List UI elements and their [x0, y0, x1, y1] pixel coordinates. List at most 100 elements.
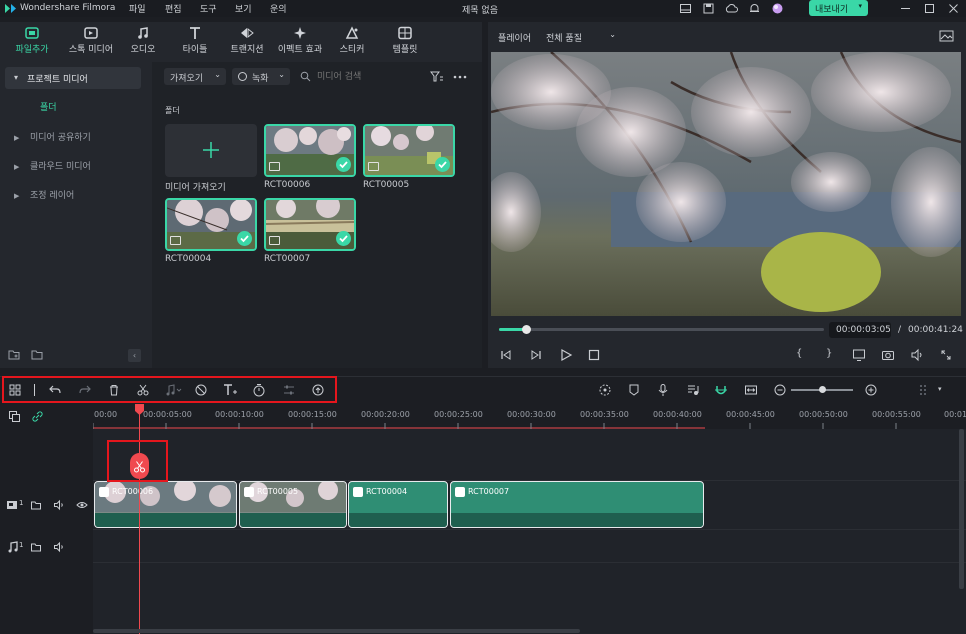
- play-icon: [455, 487, 465, 497]
- snapshot-view-icon[interactable]: [939, 30, 954, 42]
- quality-dropdown[interactable]: 전체 품질 ⌄: [546, 28, 626, 44]
- folder-icon[interactable]: [30, 541, 42, 553]
- menu-tools[interactable]: 도구: [200, 2, 217, 15]
- ruler-tick-label: 00:00:40:00: [653, 410, 702, 419]
- stop-icon[interactable]: [587, 348, 601, 362]
- menu-view[interactable]: 보기: [235, 2, 252, 15]
- ruler-ticks: [93, 423, 897, 429]
- timeline-clip[interactable]: RCT00006: [94, 481, 237, 528]
- filter-icon[interactable]: [430, 71, 444, 83]
- tool-titles[interactable]: 타이틀: [176, 26, 214, 55]
- add-track-icon[interactable]: [8, 410, 21, 423]
- track-layout-icon[interactable]: [917, 383, 933, 397]
- save-icon[interactable]: [702, 2, 715, 15]
- menu-help[interactable]: 운의: [270, 2, 287, 15]
- collapse-sidebar-button[interactable]: ‹: [128, 349, 141, 362]
- tool-transitions[interactable]: 트랜지션: [226, 26, 268, 55]
- timeline-tracks[interactable]: [93, 429, 966, 634]
- microphone-icon[interactable]: [656, 383, 670, 397]
- sidebar-item-adjustment-layer[interactable]: ▶ 조정 레이어: [14, 188, 74, 201]
- mark-in-icon[interactable]: {: [796, 348, 802, 359]
- fullscreen-icon[interactable]: [939, 348, 953, 362]
- tool-audio[interactable]: 오디오: [124, 26, 162, 55]
- video-format-icon: [269, 236, 280, 245]
- camera-snapshot-icon[interactable]: [881, 348, 895, 362]
- ruler-tick-label: 00:00:20:00: [361, 410, 410, 419]
- magnetic-snap-icon[interactable]: [714, 383, 728, 397]
- tool-import[interactable]: 파일추가: [6, 26, 58, 55]
- mark-out-icon[interactable]: }: [826, 348, 832, 359]
- clip-name: RCT00007: [468, 487, 510, 496]
- display-settings-icon[interactable]: [852, 348, 866, 362]
- tool-stock-media[interactable]: 스톡 미디어: [63, 26, 119, 55]
- notification-bell-icon[interactable]: [748, 2, 761, 15]
- playhead-handle[interactable]: [135, 404, 144, 415]
- tool-templates[interactable]: 템플릿: [388, 26, 422, 55]
- record-dropdown[interactable]: 녹화 ⌄: [232, 68, 290, 85]
- sidebar-item-label: 미디어 공유하기: [30, 133, 91, 143]
- export-label: 내보내기: [815, 5, 849, 15]
- fit-timeline-icon[interactable]: [744, 383, 758, 397]
- chevron-down-icon: ⌄: [214, 70, 221, 79]
- tool-stickers[interactable]: 스티커: [336, 26, 368, 55]
- library-sidebar: ▾ 프로젝트 미디어 ▶ 미디어 공유하기 ▶ 클라우드 미디어 ▶ 조정 레이어 ‹: [0, 62, 152, 368]
- marker-icon[interactable]: [627, 383, 641, 397]
- volume-icon[interactable]: [910, 348, 924, 362]
- cloud-upload-icon[interactable]: [725, 2, 738, 15]
- link-icon[interactable]: [31, 410, 44, 423]
- maximize-icon[interactable]: [923, 2, 936, 15]
- tool-label: 이펙트 효과: [277, 45, 323, 55]
- layout-icon[interactable]: [679, 2, 692, 15]
- timeline-clip[interactable]: RCT00005: [239, 481, 347, 528]
- media-thumbnail[interactable]: [363, 124, 455, 177]
- more-options-icon[interactable]: [453, 71, 467, 83]
- folder-icon[interactable]: [31, 349, 44, 361]
- import-media-tile[interactable]: [165, 124, 257, 177]
- video-track-icon: [7, 501, 17, 509]
- clip-name: RCT00005: [257, 487, 299, 496]
- chevron-down-icon[interactable]: ▾: [938, 385, 942, 393]
- minimize-icon[interactable]: [899, 2, 912, 15]
- sidebar-item-folder[interactable]: 폴더: [40, 100, 57, 113]
- sidebar-item-share-media[interactable]: ▶ 미디어 공유하기: [14, 130, 91, 143]
- previous-frame-icon[interactable]: [499, 348, 513, 362]
- search-input[interactable]: [317, 68, 427, 85]
- horizontal-scrollbar[interactable]: [93, 629, 580, 633]
- volume-icon[interactable]: [53, 541, 65, 553]
- menu-file[interactable]: 파일: [129, 2, 146, 15]
- volume-icon[interactable]: [53, 499, 65, 511]
- playback-scrubber-track[interactable]: [499, 328, 824, 331]
- media-thumbnail-label: RCT00007: [264, 254, 311, 264]
- new-folder-icon[interactable]: [8, 349, 21, 361]
- track-divider: [93, 529, 966, 530]
- zoom-in-icon[interactable]: [864, 383, 878, 397]
- media-thumbnail[interactable]: [165, 198, 257, 251]
- play-icon[interactable]: [559, 348, 573, 362]
- menu-edit[interactable]: 편집: [165, 2, 182, 15]
- zoom-slider-handle[interactable]: [819, 386, 826, 393]
- export-button[interactable]: 내보내기 ▾: [809, 0, 868, 16]
- zoom-out-icon[interactable]: [773, 383, 787, 397]
- eye-icon[interactable]: [76, 499, 88, 511]
- chevron-down-icon: ▾: [858, 2, 862, 10]
- timeline-clip[interactable]: RCT00004: [348, 481, 448, 528]
- effects-icon: [294, 27, 306, 39]
- close-icon[interactable]: [947, 2, 960, 15]
- next-frame-icon[interactable]: [529, 348, 543, 362]
- import-dropdown[interactable]: 가져오기 ⌄: [164, 68, 226, 85]
- render-preview-icon[interactable]: [598, 383, 612, 397]
- sidebar-item-project-media[interactable]: ▾ 프로젝트 미디어: [5, 67, 141, 89]
- ai-gem-icon[interactable]: [771, 2, 784, 15]
- playhead-line[interactable]: [139, 404, 140, 634]
- folder-icon[interactable]: [30, 499, 42, 511]
- media-thumbnail[interactable]: [264, 124, 356, 177]
- tool-effects[interactable]: 이펙트 효과: [274, 26, 326, 55]
- playback-scrubber-handle[interactable]: [522, 325, 531, 334]
- video-preview[interactable]: [491, 52, 961, 316]
- chevron-right-icon: ▶: [14, 163, 20, 171]
- timeline-clip[interactable]: RCT00007: [450, 481, 704, 528]
- audio-mix-icon[interactable]: [686, 383, 700, 397]
- vertical-scrollbar[interactable]: [959, 429, 964, 589]
- media-thumbnail[interactable]: [264, 198, 356, 251]
- sidebar-item-cloud-media[interactable]: ▶ 클라우드 미디어: [14, 159, 91, 172]
